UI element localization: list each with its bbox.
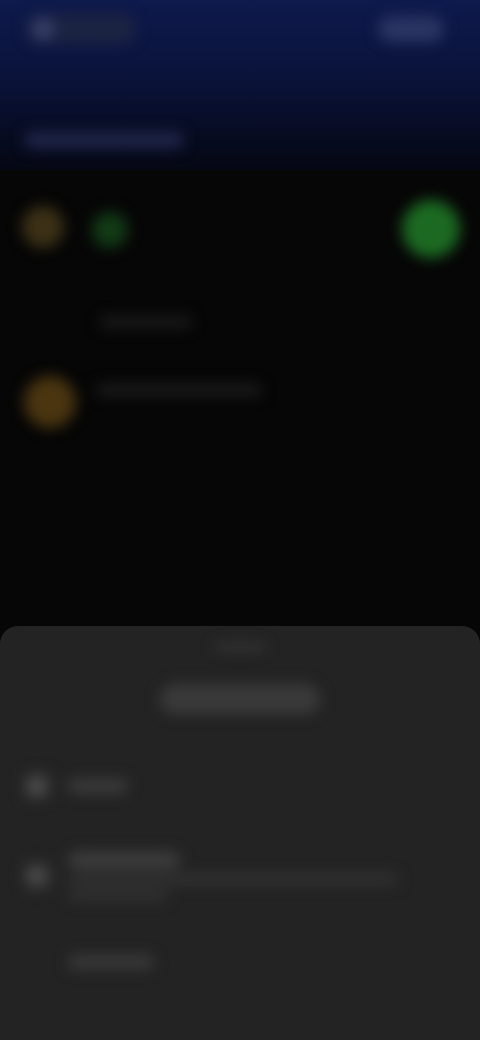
list-item-title <box>96 384 262 396</box>
profile-switcher[interactable] <box>26 14 136 44</box>
sheet-item-label <box>68 852 180 868</box>
sheet-item-1[interactable]: ● <box>0 766 480 806</box>
sheet-title <box>160 684 320 714</box>
bottom-sheet: ● ✎ <box>0 626 480 1040</box>
sheet-item-2[interactable]: ✎ <box>0 840 480 912</box>
list-item[interactable] <box>0 370 480 440</box>
list-item[interactable] <box>0 300 480 350</box>
edit-icon: ✎ <box>24 863 50 889</box>
sheet-item-label <box>68 955 154 969</box>
sheet-item-sub-2 <box>68 890 168 900</box>
sheet-item-sub <box>68 874 398 884</box>
blank-icon <box>24 949 50 975</box>
sheet-item-label <box>68 779 128 793</box>
sheet-item-3[interactable] <box>0 942 480 982</box>
list-item-title <box>100 316 192 328</box>
avatar <box>24 376 76 428</box>
avatar <box>32 18 54 40</box>
avatar <box>22 206 64 248</box>
section-title <box>24 132 184 148</box>
action-circle-button[interactable] <box>402 200 460 258</box>
sheet-handle[interactable] <box>215 644 265 650</box>
list-item[interactable] <box>0 196 480 266</box>
status-icon <box>92 212 128 248</box>
person-icon: ● <box>24 773 50 799</box>
top-bar <box>0 0 480 60</box>
top-action-button[interactable] <box>378 16 444 42</box>
